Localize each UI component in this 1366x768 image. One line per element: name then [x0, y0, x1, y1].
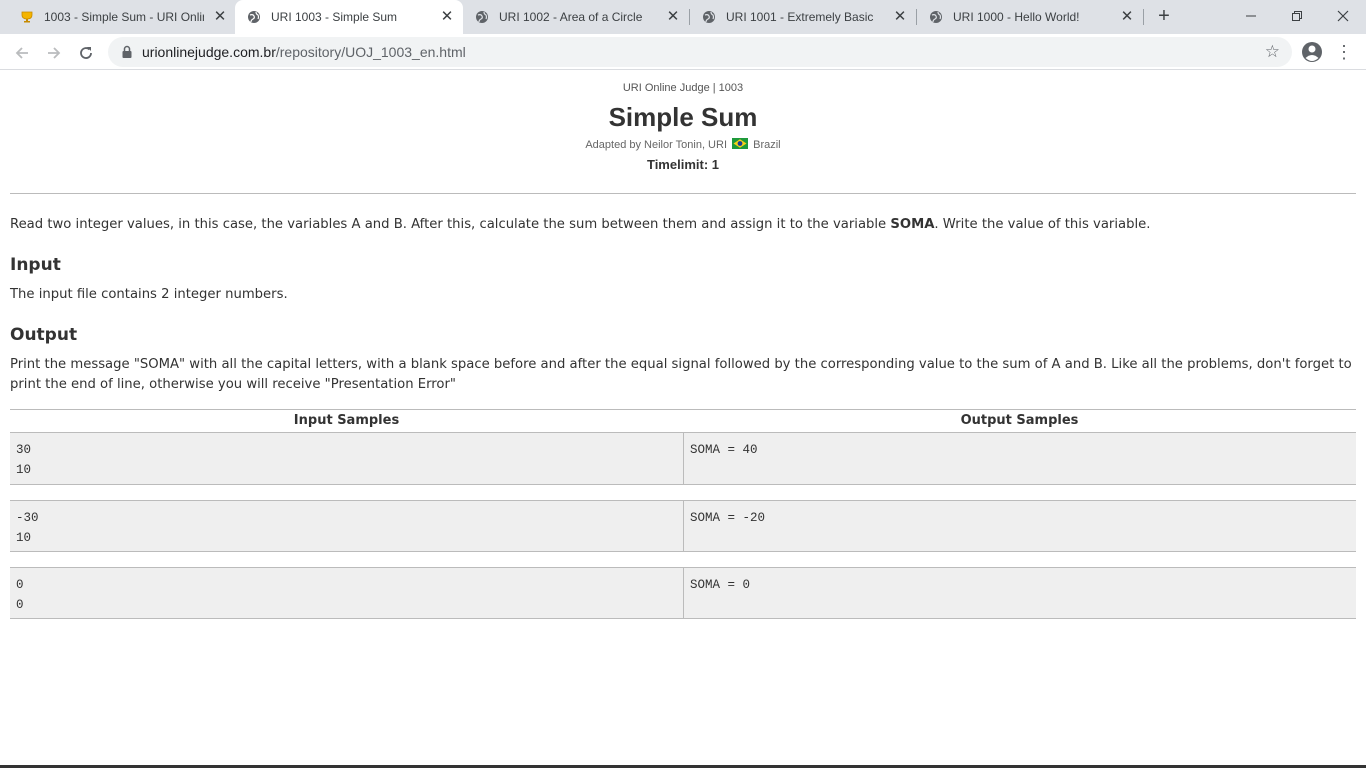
- tab-strip: 1003 - Simple Sum - URI Online Ju ✕ URI …: [0, 0, 1366, 34]
- problem-description: Read two integer values, in this case, t…: [10, 215, 1356, 235]
- sample-output: SOMA = 40: [683, 433, 1356, 484]
- browser-toolbar: urionlinejudge.com.br/repository/UOJ_100…: [0, 34, 1366, 70]
- output-heading: Output: [10, 325, 78, 345]
- tab-uri-1002-area-of-a-circle[interactable]: URI 1002 - Area of a Circle ✕: [463, 0, 689, 34]
- header-divider: [10, 193, 1356, 194]
- close-tab-icon[interactable]: ✕: [212, 9, 228, 25]
- sample-row: 0 0 SOMA = 0: [10, 567, 1356, 619]
- input-samples-header: Input Samples: [293, 413, 400, 428]
- sample-input: 30 10: [16, 443, 32, 477]
- back-arrow-icon[interactable]: [10, 40, 34, 64]
- samples-header: Input Samples Output Samples: [10, 409, 1356, 433]
- new-tab-plus-icon[interactable]: +: [1153, 6, 1175, 28]
- timelimit: Timelimit: 1: [646, 157, 719, 172]
- reload-icon[interactable]: [74, 40, 98, 64]
- tab-uri-1001-extremely-basic[interactable]: URI 1001 - Extremely Basic ✕: [690, 0, 916, 34]
- page-title: Simple Sum: [608, 102, 758, 132]
- input-description: The input file contains 2 integer number…: [10, 287, 288, 302]
- globe-icon: [703, 11, 715, 23]
- url-text: urionlinejudge.com.br/repository/UOJ_100…: [142, 45, 466, 60]
- forward-arrow-icon[interactable]: [42, 40, 66, 64]
- tab-uri-1000-hello-world[interactable]: URI 1000 - Hello World! ✕: [917, 0, 1143, 34]
- lock-icon[interactable]: [120, 45, 134, 59]
- close-tab-icon[interactable]: ✕: [1119, 9, 1135, 25]
- url-path: /repository/UOJ_1003_en.html: [275, 44, 466, 60]
- profile-avatar-icon[interactable]: [1300, 40, 1324, 64]
- minimize-icon[interactable]: [1228, 0, 1274, 30]
- breadcrumb: URI Online Judge | 1003: [622, 82, 744, 94]
- uri-trophy-icon: [21, 11, 33, 23]
- sample-input: -30 10: [16, 511, 39, 545]
- tab-title: 1003 - Simple Sum - URI Online Ju: [44, 10, 204, 24]
- tab-uri-1003-simple-sum[interactable]: URI 1003 - Simple Sum ✕: [235, 0, 463, 34]
- globe-icon: [476, 11, 488, 23]
- close-tab-icon[interactable]: ✕: [892, 9, 908, 25]
- tab-title: URI 1003 - Simple Sum: [271, 10, 398, 24]
- close-tab-icon[interactable]: ✕: [439, 9, 455, 25]
- adapted-by: Adapted by Neilor Tonin, URI Brazil: [0, 138, 1366, 151]
- tab-title: URI 1000 - Hello World!: [953, 10, 1080, 24]
- description-text: Read two integer values, in this case, t…: [10, 217, 891, 232]
- sample-row: 30 10 SOMA = 40: [10, 433, 1356, 485]
- tab-title: URI 1002 - Area of a Circle: [499, 10, 643, 24]
- close-window-icon[interactable]: [1320, 0, 1366, 30]
- address-bar[interactable]: urionlinejudge.com.br/repository/UOJ_100…: [108, 37, 1292, 67]
- sample-output: SOMA = 0: [683, 568, 1356, 619]
- url-domain: urionlinejudge.com.br: [142, 44, 276, 60]
- adapted-by-text: Adapted by Neilor Tonin, URI: [585, 139, 727, 151]
- sample-row: -30 10 SOMA = -20: [10, 500, 1356, 552]
- input-heading: Input: [10, 255, 61, 275]
- sample-input: 0 0: [16, 578, 24, 612]
- tab-title: URI 1001 - Extremely Basic: [726, 10, 874, 24]
- output-samples-header: Output Samples: [960, 413, 1079, 428]
- output-description: Print the message "SOMA" with all the ca…: [10, 357, 1352, 392]
- tab-separator: [1143, 9, 1144, 25]
- tab-1003-uri-online-judge[interactable]: 1003 - Simple Sum - URI Online Ju ✕: [8, 0, 234, 34]
- brazil-flag-icon: [732, 138, 749, 149]
- close-tab-icon[interactable]: ✕: [665, 9, 681, 25]
- description-variable: SOMA: [890, 217, 935, 232]
- globe-icon: [248, 11, 260, 23]
- country-text: Brazil: [753, 139, 781, 151]
- more-menu-icon[interactable]: ⋮: [1334, 40, 1354, 64]
- samples-table: Input Samples Output Samples 30 10 SOMA …: [10, 409, 1356, 619]
- description-text-end: . Write the value of this variable.: [934, 217, 1151, 232]
- globe-icon: [930, 11, 942, 23]
- restore-icon[interactable]: [1274, 0, 1320, 30]
- problem-page: URI Online Judge | 1003 Simple Sum Adapt…: [0, 71, 1366, 768]
- sample-output: SOMA = -20: [683, 501, 1356, 552]
- bookmark-star-icon[interactable]: ☆: [1265, 43, 1280, 60]
